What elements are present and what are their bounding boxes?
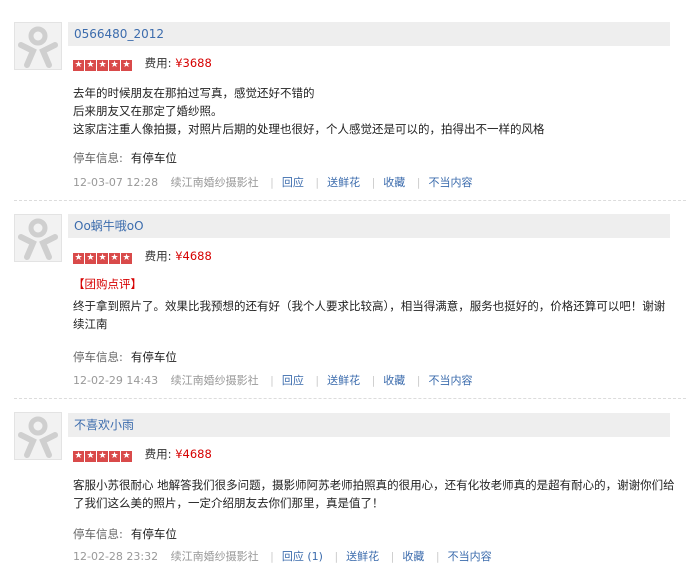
content-line: 客服小苏很耐心 地解答我们很多问题，摄影师阿苏老师拍照真的很用心，还有化妆老师真… — [73, 478, 675, 492]
send-flower-link[interactable]: 送鲜花 — [346, 550, 379, 563]
content-line: 了我们这么美的照片，一定介绍朋友去你们那里，真是值了！ — [73, 496, 384, 510]
divider: | — [390, 550, 395, 563]
report-link[interactable]: 不当内容 — [448, 550, 492, 563]
fee-label: 费用: — [144, 447, 172, 461]
default-user-icon — [18, 416, 58, 458]
review-item: 不喜欢小雨 ★ ★ ★ ★ ★ 费用: ¥4688 客服小苏很耐心 地解答我们很多问题，… — [0, 0, 700, 582]
divider: | — [435, 550, 440, 563]
star-icon: ★ — [85, 451, 96, 462]
divider: | — [270, 550, 274, 563]
parking-value: 有停车位 — [130, 527, 177, 541]
parking-info: 停车信息: 有停车位 — [73, 527, 177, 541]
star-icon: ★ — [97, 451, 108, 462]
user-bar: 不喜欢小雨 — [68, 413, 670, 437]
reply-link[interactable]: 回应 (1) — [282, 550, 323, 563]
divider: | — [334, 550, 339, 563]
username-link[interactable]: 不喜欢小雨 — [74, 418, 134, 432]
star-icon: ★ — [73, 451, 84, 462]
avatar[interactable] — [14, 412, 62, 460]
rating-row: ★ ★ ★ ★ ★ 费用: ¥4688 — [73, 447, 212, 462]
favorite-link[interactable]: 收藏 — [402, 550, 424, 563]
shop-name: 续江南婚纱摄影社 — [170, 550, 259, 563]
parking-label: 停车信息: — [73, 527, 123, 541]
star-icon: ★ — [121, 451, 132, 462]
review-content: 客服小苏很耐心 地解答我们很多问题，摄影师阿苏老师拍照真的很用心，还有化妆老师真… — [73, 476, 683, 512]
star-rating: ★ ★ ★ ★ ★ — [73, 447, 133, 462]
review-meta: 12-02-28 23:32 续江南婚纱摄影社 | 回应 (1) | 送鲜花 | 收藏… — [73, 550, 492, 564]
review-date: 12-02-28 23:32 — [73, 550, 159, 563]
fee-value: ¥4688 — [175, 447, 212, 461]
star-icon: ★ — [109, 451, 120, 462]
